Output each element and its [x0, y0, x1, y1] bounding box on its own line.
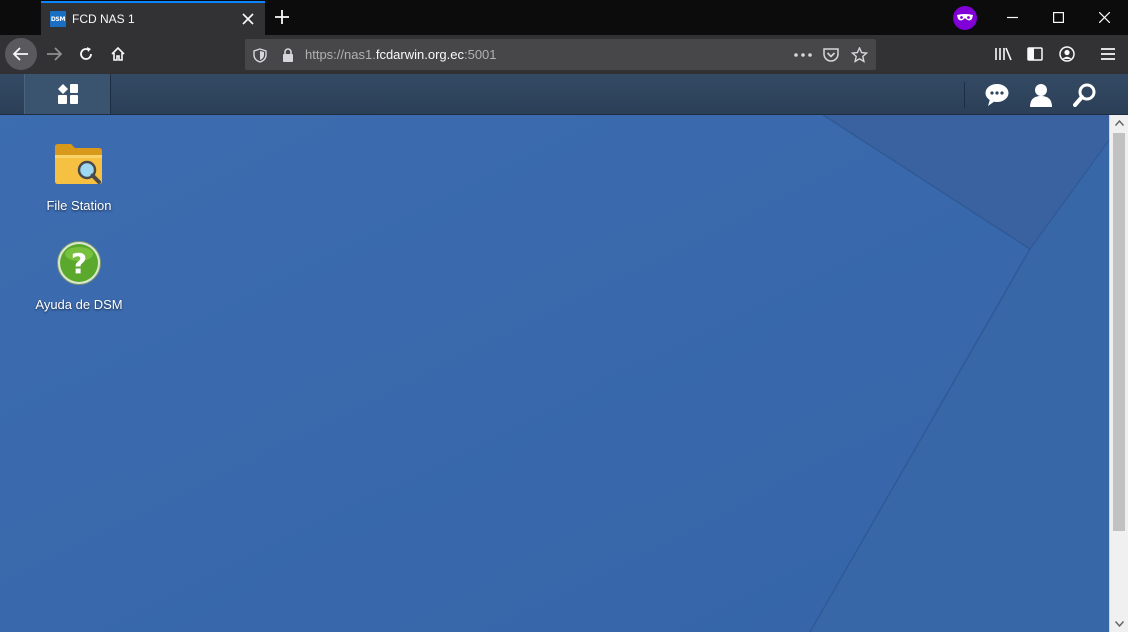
browser-navigation-bar: https://nas1.fcdarwin.org.ec:5001	[0, 35, 1128, 74]
tab-title: FCD NAS 1	[72, 12, 135, 26]
new-tab-button[interactable]	[271, 6, 293, 28]
sidebar-toggle-icon[interactable]	[1025, 44, 1045, 64]
file-station-shortcut[interactable]: File Station	[29, 141, 129, 213]
back-button[interactable]	[5, 38, 37, 70]
svg-text:?: ?	[71, 247, 87, 280]
maximize-window-button[interactable]	[1035, 0, 1081, 34]
url-text[interactable]: https://nas1.fcdarwin.org.ec:5001	[305, 47, 497, 62]
scroll-down-arrow-icon[interactable]	[1110, 616, 1128, 632]
scroll-up-arrow-icon[interactable]	[1110, 115, 1128, 131]
library-icon[interactable]	[993, 44, 1013, 64]
forward-button[interactable]	[39, 39, 69, 69]
private-browsing-mask-icon	[953, 6, 977, 30]
hamburger-menu-icon[interactable]	[1098, 44, 1118, 64]
tracking-protection-shield-icon[interactable]	[251, 46, 269, 64]
search-icon[interactable]	[1072, 82, 1098, 108]
help-question-icon: ?	[57, 241, 101, 285]
main-menu-icon	[57, 84, 78, 104]
scroll-thumb[interactable]	[1113, 133, 1125, 531]
reload-button[interactable]	[71, 39, 101, 69]
dsm-help-shortcut[interactable]: ? Ayuda de DSM	[29, 240, 129, 312]
minimize-window-button[interactable]	[989, 0, 1035, 34]
tab-close-icon[interactable]	[238, 9, 258, 29]
dsm-help-label: Ayuda de DSM	[35, 297, 123, 312]
url-bar[interactable]: https://nas1.fcdarwin.org.ec:5001	[245, 39, 876, 70]
desktop-wallpaper	[0, 74, 1128, 632]
page-actions-more-icon[interactable]	[794, 46, 812, 64]
dsm-taskbar	[0, 74, 1128, 115]
browser-tab-strip: DSM FCD NAS 1	[0, 0, 1128, 35]
dsm-desktop: File Station ? Ayuda de DSM	[0, 74, 1128, 632]
folder-search-icon	[55, 144, 102, 184]
file-station-label: File Station	[46, 198, 112, 213]
home-button[interactable]	[103, 39, 133, 69]
user-icon[interactable]	[1028, 82, 1054, 108]
bookmark-star-icon[interactable]	[850, 46, 868, 64]
account-icon[interactable]	[1057, 44, 1077, 64]
dsm-favicon-icon: DSM	[50, 11, 66, 27]
main-menu-button[interactable]	[24, 74, 111, 114]
close-window-button[interactable]	[1081, 0, 1127, 34]
pocket-icon[interactable]	[822, 46, 840, 64]
lock-icon[interactable]	[279, 46, 297, 64]
page-scrollbar[interactable]	[1109, 115, 1128, 632]
notifications-chat-icon[interactable]	[984, 82, 1010, 108]
browser-tab-active[interactable]: DSM FCD NAS 1	[41, 1, 265, 35]
taskbar-separator	[964, 82, 965, 108]
